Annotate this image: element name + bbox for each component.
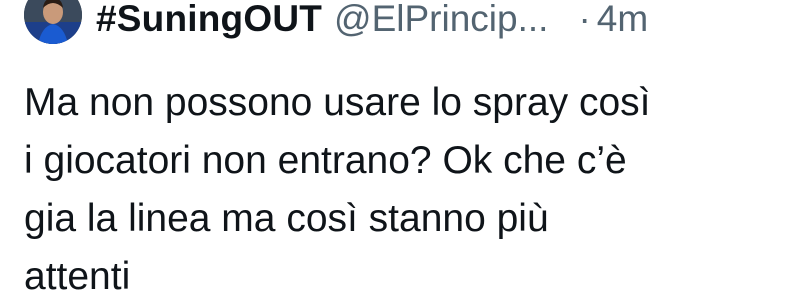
display-name[interactable]: #SuningOUT <box>96 0 322 40</box>
tweet-header: #SuningOUT @ElPrincip... · 4m <box>96 0 648 44</box>
timestamp[interactable]: 4m <box>597 0 648 40</box>
avatar[interactable] <box>24 0 82 44</box>
tweet-text: Ma non possono usare lo spray così i gio… <box>24 81 651 298</box>
tweet[interactable]: #SuningOUT @ElPrincip... · 4m Ma non pos… <box>0 0 793 298</box>
user-handle[interactable]: @ElPrincip... <box>334 0 548 40</box>
avatar-image <box>24 0 82 44</box>
separator-dot: · <box>578 0 591 39</box>
